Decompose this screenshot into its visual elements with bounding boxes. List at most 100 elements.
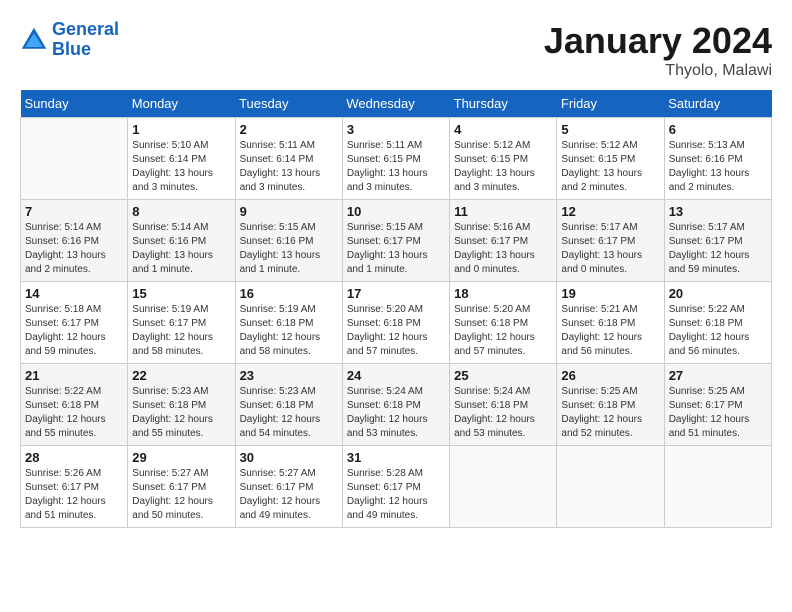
day-detail: Sunrise: 5:20 AMSunset: 6:18 PMDaylight:… — [347, 303, 445, 359]
calendar-cell: 31 Sunrise: 5:28 AMSunset: 6:17 PMDayligh… — [342, 446, 449, 528]
weekday-header-friday: Friday — [557, 90, 664, 118]
calendar-cell: 10 Sunrise: 5:15 AMSunset: 6:17 PMDayligh… — [342, 200, 449, 282]
day-number: 12 — [561, 204, 659, 219]
day-detail: Sunrise: 5:10 AMSunset: 6:14 PMDaylight:… — [132, 139, 230, 195]
weekday-header-thursday: Thursday — [450, 90, 557, 118]
day-detail: Sunrise: 5:19 AMSunset: 6:17 PMDaylight:… — [132, 303, 230, 359]
day-detail: Sunrise: 5:11 AMSunset: 6:14 PMDaylight:… — [240, 139, 338, 195]
day-number: 5 — [561, 122, 659, 137]
calendar-cell: 16 Sunrise: 5:19 AMSunset: 6:18 PMDayligh… — [235, 282, 342, 364]
calendar-cell: 25 Sunrise: 5:24 AMSunset: 6:18 PMDayligh… — [450, 364, 557, 446]
calendar-cell: 22 Sunrise: 5:23 AMSunset: 6:18 PMDayligh… — [128, 364, 235, 446]
calendar-cell: 17 Sunrise: 5:20 AMSunset: 6:18 PMDayligh… — [342, 282, 449, 364]
day-detail: Sunrise: 5:24 AMSunset: 6:18 PMDaylight:… — [454, 385, 552, 441]
calendar-cell: 3 Sunrise: 5:11 AMSunset: 6:15 PMDaylight… — [342, 118, 449, 200]
day-detail: Sunrise: 5:16 AMSunset: 6:17 PMDaylight:… — [454, 221, 552, 277]
logo-text: General Blue — [52, 20, 119, 60]
day-detail: Sunrise: 5:18 AMSunset: 6:17 PMDaylight:… — [25, 303, 123, 359]
day-number: 9 — [240, 204, 338, 219]
day-detail: Sunrise: 5:27 AMSunset: 6:17 PMDaylight:… — [132, 467, 230, 523]
logo: General Blue — [20, 20, 119, 60]
day-detail: Sunrise: 5:15 AMSunset: 6:16 PMDaylight:… — [240, 221, 338, 277]
month-title: January 2024 — [544, 20, 772, 62]
day-number: 24 — [347, 368, 445, 383]
day-number: 4 — [454, 122, 552, 137]
calendar-cell: 8 Sunrise: 5:14 AMSunset: 6:16 PMDaylight… — [128, 200, 235, 282]
week-row-1: 1Sunrise: 5:10 AMSunset: 6:14 PMDaylight… — [21, 118, 772, 200]
logo-icon — [20, 26, 48, 54]
day-number: 16 — [240, 286, 338, 301]
day-number: 10 — [347, 204, 445, 219]
day-number: 14 — [25, 286, 123, 301]
day-number: 31 — [347, 450, 445, 465]
calendar-cell: 20 Sunrise: 5:22 AMSunset: 6:18 PMDayligh… — [664, 282, 771, 364]
calendar-cell — [21, 118, 128, 200]
day-number: 13 — [669, 204, 767, 219]
day-detail: Sunrise: 5:22 AMSunset: 6:18 PMDaylight:… — [25, 385, 123, 441]
day-number: 15 — [132, 286, 230, 301]
day-number: 11 — [454, 204, 552, 219]
day-number: 7 — [25, 204, 123, 219]
day-number: 22 — [132, 368, 230, 383]
calendar-table: SundayMondayTuesdayWednesdayThursdayFrid… — [20, 90, 772, 528]
day-detail: Sunrise: 5:21 AMSunset: 6:18 PMDaylight:… — [561, 303, 659, 359]
calendar-cell: 18 Sunrise: 5:20 AMSunset: 6:18 PMDayligh… — [450, 282, 557, 364]
weekday-header-wednesday: Wednesday — [342, 90, 449, 118]
page-header: General Blue January 2024 Thyolo, Malawi — [20, 20, 772, 80]
calendar-cell: 12Sunrise: 5:17 AMSunset: 6:17 PMDayligh… — [557, 200, 664, 282]
calendar-cell: 2 Sunrise: 5:11 AMSunset: 6:14 PMDaylight… — [235, 118, 342, 200]
day-number: 26 — [561, 368, 659, 383]
day-detail: Sunrise: 5:19 AMSunset: 6:18 PMDaylight:… — [240, 303, 338, 359]
calendar-cell: 29 Sunrise: 5:27 AMSunset: 6:17 PMDayligh… — [128, 446, 235, 528]
day-detail: Sunrise: 5:11 AMSunset: 6:15 PMDaylight:… — [347, 139, 445, 195]
day-number: 17 — [347, 286, 445, 301]
day-detail: Sunrise: 5:23 AMSunset: 6:18 PMDaylight:… — [132, 385, 230, 441]
day-detail: Sunrise: 5:28 AMSunset: 6:17 PMDaylight:… — [347, 467, 445, 523]
subtitle: Thyolo, Malawi — [544, 62, 772, 80]
weekday-header-saturday: Saturday — [664, 90, 771, 118]
day-number: 21 — [25, 368, 123, 383]
day-detail: Sunrise: 5:26 AMSunset: 6:17 PMDaylight:… — [25, 467, 123, 523]
calendar-cell — [450, 446, 557, 528]
day-number: 6 — [669, 122, 767, 137]
calendar-cell: 13 Sunrise: 5:17 AMSunset: 6:17 PMDayligh… — [664, 200, 771, 282]
weekday-header-sunday: Sunday — [21, 90, 128, 118]
day-detail: Sunrise: 5:13 AMSunset: 6:16 PMDaylight:… — [669, 139, 767, 195]
day-number: 25 — [454, 368, 552, 383]
day-number: 8 — [132, 204, 230, 219]
day-number: 20 — [669, 286, 767, 301]
day-number: 3 — [347, 122, 445, 137]
week-row-4: 21 Sunrise: 5:22 AMSunset: 6:18 PMDayligh… — [21, 364, 772, 446]
day-detail: Sunrise: 5:15 AMSunset: 6:17 PMDaylight:… — [347, 221, 445, 277]
calendar-cell: 4Sunrise: 5:12 AMSunset: 6:15 PMDaylight… — [450, 118, 557, 200]
day-number: 28 — [25, 450, 123, 465]
calendar-cell: 1Sunrise: 5:10 AMSunset: 6:14 PMDaylight… — [128, 118, 235, 200]
calendar-cell: 11 Sunrise: 5:16 AMSunset: 6:17 PMDayligh… — [450, 200, 557, 282]
title-block: January 2024 Thyolo, Malawi — [544, 20, 772, 80]
day-detail: Sunrise: 5:20 AMSunset: 6:18 PMDaylight:… — [454, 303, 552, 359]
calendar-cell: 9 Sunrise: 5:15 AMSunset: 6:16 PMDaylight… — [235, 200, 342, 282]
day-number: 18 — [454, 286, 552, 301]
weekday-header-monday: Monday — [128, 90, 235, 118]
calendar-cell: 5 Sunrise: 5:12 AMSunset: 6:15 PMDaylight… — [557, 118, 664, 200]
weekday-header-tuesday: Tuesday — [235, 90, 342, 118]
calendar-cell — [557, 446, 664, 528]
calendar-cell: 26Sunrise: 5:25 AMSunset: 6:18 PMDayligh… — [557, 364, 664, 446]
day-number: 30 — [240, 450, 338, 465]
day-number: 2 — [240, 122, 338, 137]
day-detail: Sunrise: 5:27 AMSunset: 6:17 PMDaylight:… — [240, 467, 338, 523]
calendar-cell: 7Sunrise: 5:14 AMSunset: 6:16 PMDaylight… — [21, 200, 128, 282]
day-detail: Sunrise: 5:23 AMSunset: 6:18 PMDaylight:… — [240, 385, 338, 441]
calendar-cell: 15 Sunrise: 5:19 AMSunset: 6:17 PMDayligh… — [128, 282, 235, 364]
day-detail: Sunrise: 5:22 AMSunset: 6:18 PMDaylight:… — [669, 303, 767, 359]
day-number: 29 — [132, 450, 230, 465]
calendar-cell: 23Sunrise: 5:23 AMSunset: 6:18 PMDayligh… — [235, 364, 342, 446]
day-number: 27 — [669, 368, 767, 383]
week-row-2: 7 Sunrise: 5:14 AMSunset: 6:16 PMDaylight… — [21, 200, 772, 282]
day-detail: Sunrise: 5:12 AMSunset: 6:15 PMDaylight:… — [561, 139, 659, 195]
week-row-3: 14 Sunrise: 5:18 AMSunset: 6:17 PMDayligh… — [21, 282, 772, 364]
calendar-cell: 27Sunrise: 5:25 AMSunset: 6:17 PMDayligh… — [664, 364, 771, 446]
day-detail: Sunrise: 5:17 AMSunset: 6:17 PMDaylight:… — [669, 221, 767, 277]
day-detail: Sunrise: 5:14 AMSunset: 6:16 PMDaylight:… — [132, 221, 230, 277]
calendar-cell: 14 Sunrise: 5:18 AMSunset: 6:17 PMDayligh… — [21, 282, 128, 364]
